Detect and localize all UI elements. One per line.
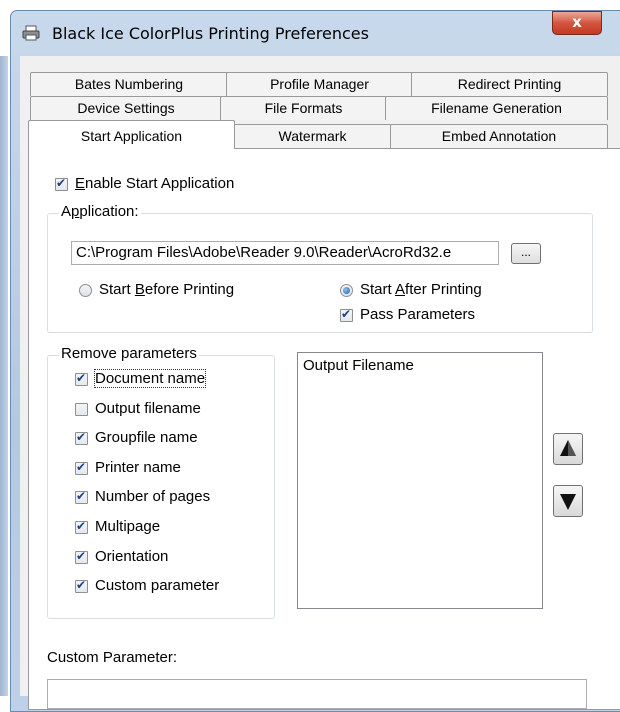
start-before-printing-radio[interactable] — [79, 284, 92, 297]
window-border-left — [0, 56, 8, 696]
arrow-up-icon — [560, 440, 576, 456]
tab-row-1: Bates Numbering Profile Manager Redirect… — [20, 72, 620, 96]
tab-file-formats[interactable]: File Formats — [220, 96, 387, 120]
enable-start-application-label: Enable Start Application — [75, 175, 235, 192]
move-up-button[interactable] — [553, 433, 583, 465]
tab-watermark[interactable]: Watermark — [233, 124, 392, 148]
remove-document-name-checkbox[interactable] — [75, 371, 88, 386]
tab-row-3: Start Application Watermark Embed Annota… — [20, 120, 620, 149]
remove-output-filename-checkbox[interactable] — [75, 403, 88, 416]
close-button[interactable]: x — [552, 11, 602, 35]
remove-groupfile-name-checkbox[interactable] — [75, 430, 88, 445]
custom-parameter-label: Custom Parameter: — [47, 649, 178, 666]
tab-embed-annotation[interactable]: Embed Annotation — [390, 124, 608, 148]
remove-parameters-title: Remove parameters — [59, 345, 199, 362]
tab-bates-numbering[interactable]: Bates Numbering — [30, 72, 228, 96]
remove-custom-parameter-label: Custom parameter — [95, 577, 220, 594]
remove-number-of-pages-label: Number of pages — [95, 488, 211, 505]
arrow-down-icon — [560, 494, 576, 510]
remove-multipage-label: Multipage — [95, 518, 161, 535]
enable-start-application-checkbox[interactable] — [55, 176, 68, 191]
tab-redirect-printing[interactable]: Redirect Printing — [411, 72, 608, 96]
pass-parameters-label: Pass Parameters — [360, 306, 476, 323]
tab-filename-generation[interactable]: Filename Generation — [385, 96, 608, 120]
remove-custom-parameter-checkbox[interactable] — [75, 578, 88, 593]
remove-number-of-pages-checkbox[interactable] — [75, 489, 88, 504]
remove-groupfile-name-label: Groupfile name — [95, 429, 198, 446]
tab-device-settings[interactable]: Device Settings — [30, 96, 222, 120]
dialog-client-area: Bates Numbering Profile Manager Redirect… — [20, 56, 620, 710]
pass-parameters-checkbox[interactable] — [340, 307, 353, 322]
start-before-printing-label: Start Before Printing — [99, 281, 235, 298]
window-title: Black Ice ColorPlus Printing Preferences — [52, 24, 369, 43]
application-group — [47, 213, 593, 333]
remove-multipage-checkbox[interactable] — [75, 519, 88, 534]
printer-icon — [22, 25, 40, 41]
application-group-title: Application: — [59, 203, 141, 220]
tab-profile-manager[interactable]: Profile Manager — [226, 72, 413, 96]
tab-row-2: Device Settings File Formats Filename Ge… — [20, 96, 620, 120]
start-after-printing-radio[interactable] — [340, 284, 353, 297]
application-path-input[interactable]: C:\Program Files\Adobe\Reader 9.0\Reader… — [71, 241, 499, 265]
remove-document-name-label: Document name — [93, 369, 207, 388]
parameter-list[interactable]: Output Filename — [297, 352, 543, 609]
remove-orientation-label: Orientation — [95, 548, 169, 565]
move-down-button[interactable] — [553, 485, 583, 517]
custom-parameter-input[interactable] — [47, 679, 587, 709]
start-after-printing-label: Start After Printing — [360, 281, 482, 298]
browse-button[interactable]: ... — [511, 243, 541, 264]
remove-printer-name-label: Printer name — [95, 459, 181, 476]
remove-printer-name-checkbox[interactable] — [75, 460, 88, 475]
title-bar[interactable]: Black Ice ColorPlus Printing Preferences… — [10, 10, 620, 56]
remove-output-filename-label: Output filename — [95, 400, 201, 417]
list-item[interactable]: Output Filename — [303, 357, 414, 374]
tab-start-application[interactable]: Start Application — [28, 120, 235, 149]
start-application-panel: Enable Start Application Application: C:… — [28, 148, 620, 710]
remove-orientation-checkbox[interactable] — [75, 549, 88, 564]
